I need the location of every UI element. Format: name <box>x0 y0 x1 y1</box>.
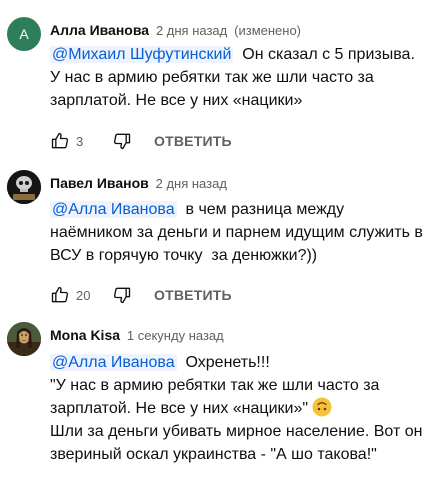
comment-text: @Алла Иванова в чем разница между наёмни… <box>50 198 430 267</box>
thumb-up-icon[interactable] <box>50 131 70 151</box>
skull-avatar-image <box>7 170 41 204</box>
mona-lisa-avatar-image <box>7 322 41 356</box>
comment-quote: "У нас в армию ребятки так же шли часто … <box>50 377 384 417</box>
comment-rest: Шли за деньги убивать мирное население. … <box>50 423 427 463</box>
comment-header: Mona Kisa 1 секунду назад <box>50 327 224 343</box>
thumb-down-icon[interactable] <box>112 131 132 151</box>
comment-time[interactable]: 2 дня назад <box>156 23 227 38</box>
mention-link[interactable]: @Алла Иванова <box>50 354 177 371</box>
comment-time[interactable]: 1 секунду назад <box>127 328 224 343</box>
avatar[interactable]: А <box>7 17 41 51</box>
author-name[interactable]: Mona Kisa <box>50 327 120 343</box>
comment-header: Павел Иванов 2 дня назад <box>50 175 227 191</box>
mention-link[interactable]: @Михаил Шуфутинский <box>50 46 234 63</box>
edited-label: (изменено) <box>234 23 302 38</box>
comment-actions: 20 ОТВЕТИТЬ <box>50 283 232 307</box>
comment-line-1: Охренеть!!! <box>185 354 270 371</box>
avatar-letter: А <box>19 26 29 42</box>
comment-time[interactable]: 2 дня назад <box>156 176 227 191</box>
comment-text: @Михаил Шуфутинский Он сказал с 5 призыв… <box>50 43 430 112</box>
author-name[interactable]: Алла Иванова <box>50 22 149 38</box>
reply-button[interactable]: ОТВЕТИТЬ <box>154 133 232 149</box>
comment-actions: 3 ОТВЕТИТЬ <box>50 129 232 153</box>
mention-link[interactable]: @Алла Иванова <box>50 201 177 218</box>
avatar[interactable] <box>7 170 41 204</box>
thumb-down-icon[interactable] <box>112 285 132 305</box>
upside-down-face-emoji <box>312 397 332 417</box>
avatar[interactable] <box>7 322 41 356</box>
comment-header: Алла Иванова 2 дня назад (изменено) <box>50 22 301 38</box>
author-name[interactable]: Павел Иванов <box>50 175 149 191</box>
like-count: 3 <box>76 133 84 149</box>
thumb-up-icon[interactable] <box>50 285 70 305</box>
like-count: 20 <box>76 287 91 303</box>
reply-button[interactable]: ОТВЕТИТЬ <box>154 287 232 303</box>
comment-text: @Алла Иванова Охренеть!!! "У нас в армию… <box>50 351 430 466</box>
